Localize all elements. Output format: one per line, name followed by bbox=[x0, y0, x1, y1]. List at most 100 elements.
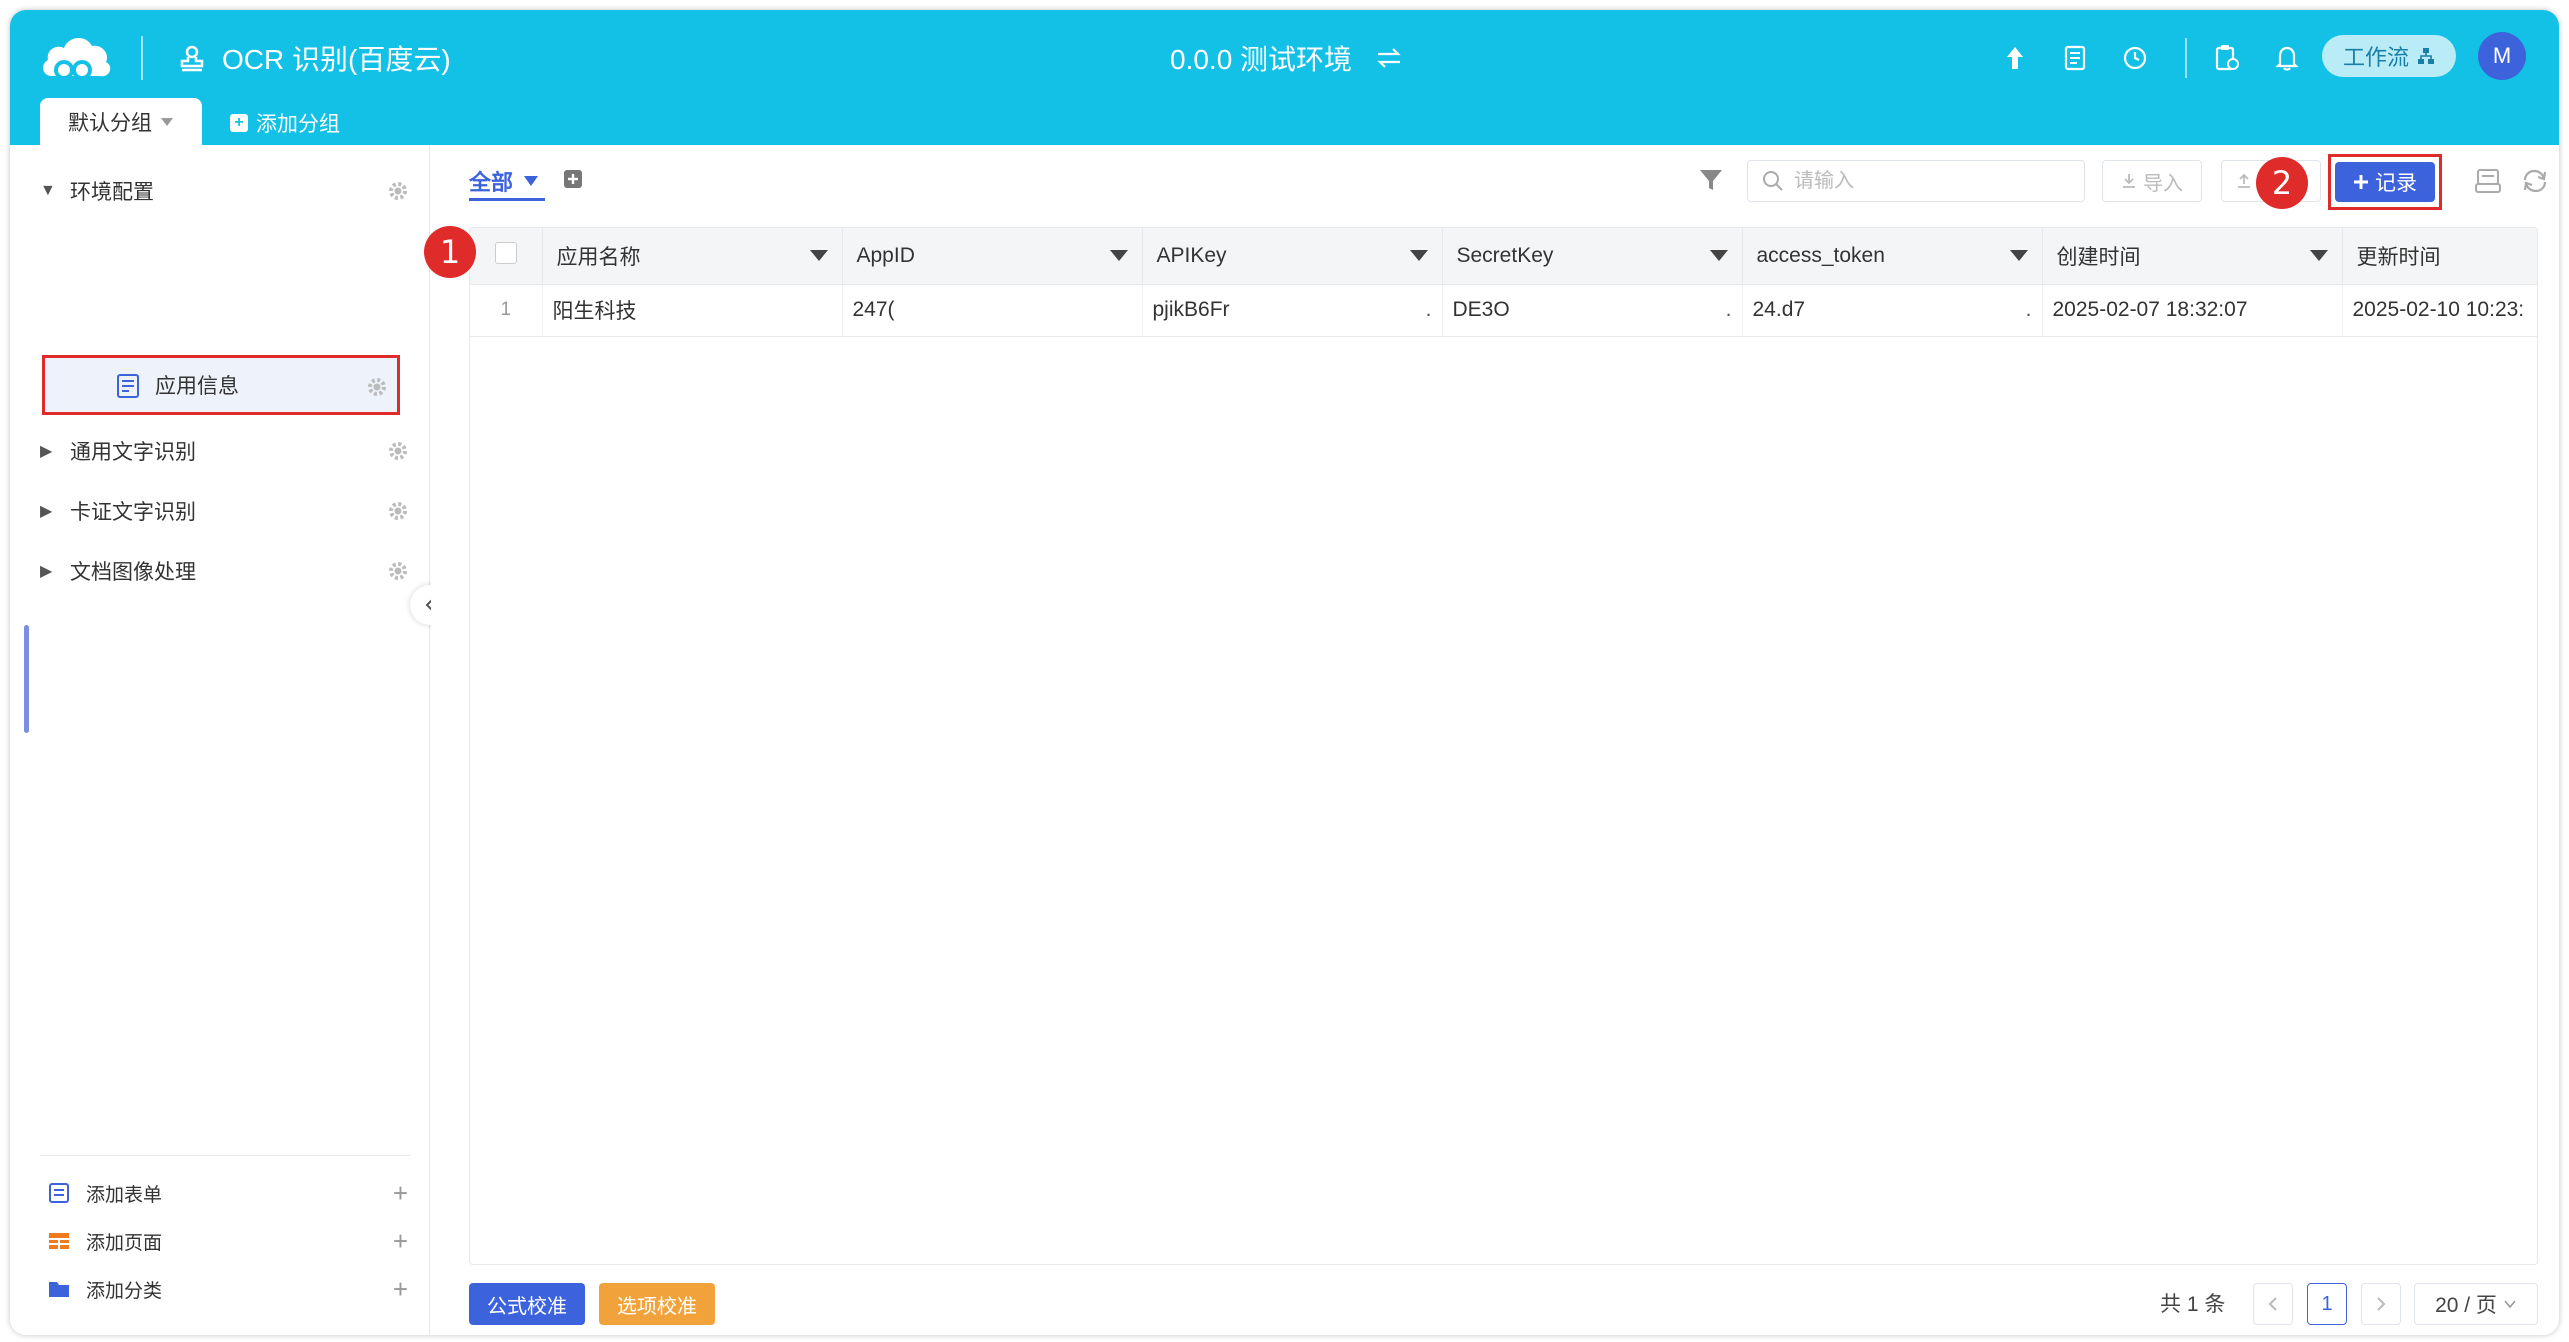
plus-icon[interactable]: + bbox=[393, 1274, 408, 1305]
column-header-label: access_token bbox=[1756, 243, 1885, 267]
caret-down-icon bbox=[524, 175, 539, 186]
sort-caret-icon[interactable] bbox=[1409, 250, 1428, 262]
clipboard-settings-icon[interactable] bbox=[2207, 38, 2247, 78]
search-box[interactable] bbox=[1747, 160, 2085, 202]
formula-calibrate-button[interactable]: 公式校准 bbox=[469, 1283, 585, 1325]
cell-app-name[interactable]: 阳生科技 bbox=[542, 284, 843, 337]
add-page-label: 添加页面 bbox=[86, 1232, 163, 1254]
truncation-dot: . bbox=[2025, 298, 2032, 321]
print-icon[interactable] bbox=[2474, 167, 2502, 195]
add-category-item[interactable]: 添加分类 + bbox=[48, 1269, 408, 1309]
sidebar-item-label: 卡证文字识别 bbox=[70, 501, 196, 524]
select-all-cell[interactable] bbox=[470, 228, 543, 285]
caret-right-icon[interactable]: ▶ bbox=[40, 501, 70, 521]
caret-down-icon[interactable]: ▼ bbox=[40, 182, 70, 200]
bell-icon[interactable] bbox=[2267, 38, 2307, 78]
cloud-logo-icon[interactable] bbox=[38, 30, 114, 86]
cell-api-key[interactable]: pjikB6Fr. bbox=[1142, 284, 1443, 337]
tab-add-group[interactable]: + 添加分组 bbox=[230, 106, 340, 140]
gear-icon[interactable] bbox=[386, 559, 410, 583]
sidebar-item-env-config[interactable]: ▼ 环境配置 bbox=[40, 165, 410, 217]
app-window: OCR 识别(百度云) 0.0.0 测试环境 工作流 M 默认分组 + 添加分组… bbox=[10, 10, 2559, 1335]
sidebar-item-doc-image[interactable]: ▶ 文档图像处理 bbox=[40, 545, 410, 597]
app-title-area[interactable]: OCR 识别(百度云) bbox=[178, 34, 451, 82]
import-label: 导入 bbox=[2143, 172, 2183, 195]
sort-caret-icon[interactable] bbox=[809, 250, 828, 262]
view-tab-all[interactable]: 全部 bbox=[469, 163, 546, 201]
gear-icon[interactable] bbox=[386, 179, 410, 203]
sidebar-item-card-ocr[interactable]: ▶ 卡证文字识别 bbox=[40, 485, 410, 537]
form-doc-icon bbox=[117, 374, 139, 398]
caret-right-icon[interactable]: ▶ bbox=[40, 561, 70, 581]
cell-app-id[interactable]: 247( bbox=[842, 284, 1143, 337]
workflow-label: 工作流 bbox=[2342, 45, 2409, 70]
total-count: 共 1 条 bbox=[2160, 1293, 2226, 1316]
stamp-icon bbox=[180, 45, 204, 72]
current-page-button[interactable]: 1 bbox=[2307, 1283, 2347, 1325]
workflow-button[interactable]: 工作流 bbox=[2322, 35, 2456, 77]
caret-down-icon bbox=[161, 117, 173, 126]
download-icon bbox=[2123, 174, 2135, 188]
header-icon-separator bbox=[2185, 38, 2187, 78]
caret-right-icon[interactable]: ▶ bbox=[40, 441, 70, 461]
column-header-api-key[interactable]: APIKey bbox=[1142, 228, 1443, 285]
sort-caret-icon[interactable] bbox=[2009, 250, 2028, 262]
next-page-button[interactable] bbox=[2361, 1283, 2401, 1325]
environment-switcher[interactable]: 0.0.0 测试环境 bbox=[1170, 34, 1402, 82]
truncation-dot: . bbox=[1725, 298, 1732, 321]
column-header-access-token[interactable]: access_token bbox=[1742, 228, 2043, 285]
truncation-dot: . bbox=[1425, 298, 1432, 321]
swap-arrows-icon[interactable] bbox=[1376, 47, 1402, 69]
refresh-icon[interactable] bbox=[2521, 167, 2549, 195]
sidebar-scrollbar[interactable] bbox=[24, 625, 29, 733]
sort-caret-icon[interactable] bbox=[1109, 250, 1128, 262]
cell-access-token-value: 24.d7 bbox=[1752, 298, 1806, 321]
table-row[interactable]: 1 阳生科技 247( pjikB6Fr. DE3O. 24.d7. 2025-… bbox=[470, 284, 2537, 337]
column-header-app-name[interactable]: 应用名称 bbox=[542, 228, 843, 285]
plus-icon[interactable]: + bbox=[393, 1226, 408, 1257]
add-page-item[interactable]: 添加页面 + bbox=[48, 1221, 408, 1261]
column-header-secret-key[interactable]: SecretKey bbox=[1442, 228, 1743, 285]
sidebar-item-app-info[interactable]: 应用信息 bbox=[42, 355, 400, 415]
gear-icon[interactable] bbox=[386, 439, 410, 463]
column-header-updated[interactable]: 更新时间 bbox=[2342, 228, 2537, 285]
gear-icon[interactable] bbox=[386, 499, 410, 523]
column-header-app-id[interactable]: AppID bbox=[842, 228, 1143, 285]
add-view-icon[interactable] bbox=[563, 169, 583, 189]
cell-secret-key[interactable]: DE3O. bbox=[1442, 284, 1743, 337]
upload-icon bbox=[2238, 173, 2250, 188]
option-calibrate-button[interactable]: 选项校准 bbox=[599, 1283, 715, 1325]
cell-access-token[interactable]: 24.d7. bbox=[1742, 284, 2043, 337]
cell-created[interactable]: 2025-02-07 18:32:07 bbox=[2042, 284, 2343, 337]
filter-icon[interactable] bbox=[1698, 167, 1724, 193]
user-avatar[interactable]: M bbox=[2478, 32, 2526, 80]
plus-icon bbox=[2354, 175, 2368, 189]
search-input[interactable] bbox=[1794, 169, 2054, 193]
add-form-item[interactable]: 添加表单 + bbox=[48, 1173, 408, 1213]
sidebar: ▼ 环境配置 应用信息 ▶ 通用文字识别 ▶ 卡证文字识别 ▶ 文档图像处理 添… bbox=[10, 145, 430, 1335]
gear-icon[interactable] bbox=[365, 375, 389, 399]
upload-arrow-icon[interactable] bbox=[1995, 38, 2035, 78]
cell-updated[interactable]: 2025-02-10 10:23: bbox=[2342, 284, 2537, 337]
tab-default-group[interactable]: 默认分组 bbox=[40, 98, 202, 145]
history-clock-icon[interactable] bbox=[2115, 38, 2155, 78]
top-header: OCR 识别(百度云) 0.0.0 测试环境 工作流 M 默认分组 + 添加分组 bbox=[10, 10, 2559, 145]
data-table: 应用名称 AppID APIKey SecretKey access_token… bbox=[469, 227, 2538, 1265]
select-all-checkbox[interactable] bbox=[494, 241, 517, 264]
sidebar-item-label: 环境配置 bbox=[70, 181, 154, 204]
add-record-label: 记录 bbox=[2375, 172, 2417, 195]
workflow-hierarchy-icon bbox=[2418, 48, 2434, 64]
add-record-button[interactable]: 记录 bbox=[2335, 162, 2435, 202]
page-size-select[interactable]: 20 / 页 bbox=[2414, 1283, 2538, 1325]
import-button[interactable]: 导入 bbox=[2102, 160, 2202, 202]
sidebar-item-label: 通用文字识别 bbox=[70, 441, 196, 464]
search-icon bbox=[1763, 171, 1783, 191]
prev-page-button[interactable] bbox=[2253, 1283, 2293, 1325]
column-header-created[interactable]: 创建时间 bbox=[2042, 228, 2343, 285]
document-icon[interactable] bbox=[2055, 38, 2095, 78]
plus-icon[interactable]: + bbox=[393, 1178, 408, 1209]
sort-caret-icon[interactable] bbox=[2309, 250, 2328, 262]
sort-caret-icon[interactable] bbox=[1709, 250, 1728, 262]
sidebar-item-general-ocr[interactable]: ▶ 通用文字识别 bbox=[40, 425, 410, 477]
header-icon-bar bbox=[1995, 38, 2327, 78]
